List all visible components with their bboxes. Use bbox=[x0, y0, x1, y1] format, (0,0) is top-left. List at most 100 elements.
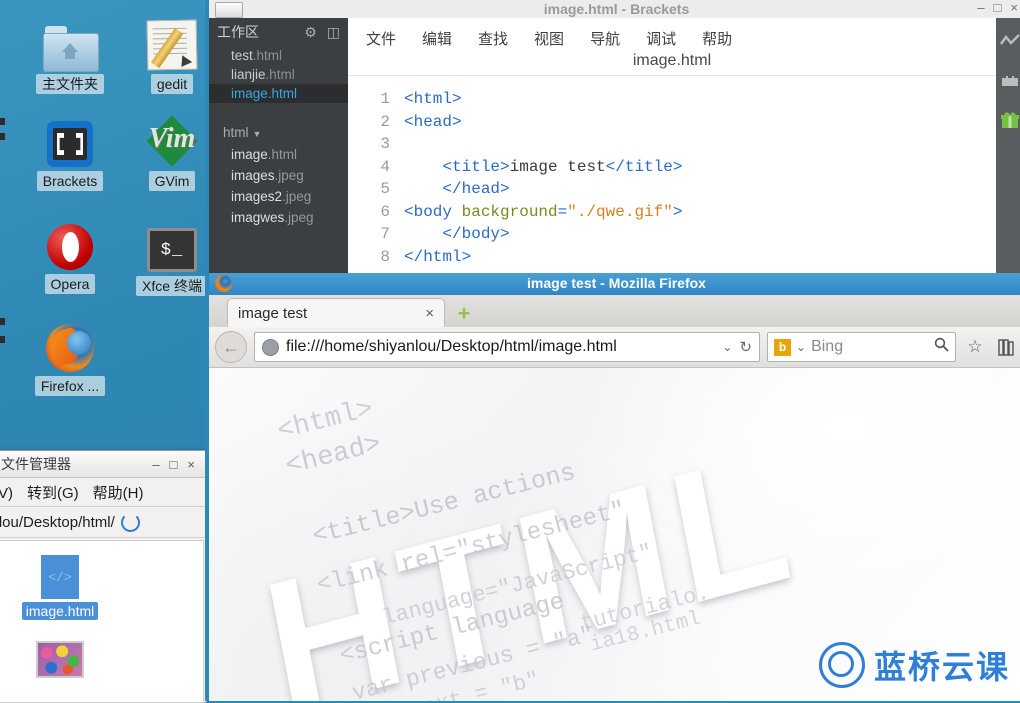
maximize-button[interactable]: □ bbox=[994, 0, 1002, 15]
file-manager-menubar[interactable]: 视图(V) 转到(G) 帮助(H) bbox=[0, 478, 206, 507]
code-line-content: </head> bbox=[442, 180, 510, 198]
menu-item-debug[interactable]: 调试 bbox=[646, 28, 676, 49]
minimize-button[interactable]: – bbox=[147, 457, 164, 472]
url-text[interactable]: file:///home/shiyanlou/Desktop/html/imag… bbox=[286, 338, 715, 356]
line-number: 2 bbox=[380, 112, 390, 131]
firefox-tabbar[interactable]: image test × + bbox=[209, 295, 1020, 327]
maximize-button[interactable]: □ bbox=[165, 457, 183, 472]
menu-item-find[interactable]: 查找 bbox=[478, 28, 508, 49]
file-ext: .html bbox=[252, 48, 283, 63]
reload-icon[interactable]: ↻ bbox=[739, 338, 752, 356]
code-line[interactable]: 8 </html> bbox=[348, 246, 996, 269]
code-line-content: </body> bbox=[442, 225, 510, 243]
close-button[interactable]: × bbox=[182, 457, 200, 472]
file-manager-window[interactable]: 文件管理器 – □ × 视图(V) 转到(G) 帮助(H) /anlou/Des… bbox=[0, 450, 207, 703]
code-line[interactable]: 7 </body> bbox=[348, 223, 996, 246]
firefox-titlebar[interactable]: image test - Mozilla Firefox bbox=[209, 273, 1020, 295]
clipped-window-edge-mark bbox=[0, 118, 5, 125]
tab-image-test[interactable]: image test × bbox=[227, 298, 445, 327]
firefox-navigation-toolbar[interactable]: ← file:///home/shiyanlou/Desktop/html/im… bbox=[209, 327, 1020, 368]
working-file-image[interactable]: image.html bbox=[209, 84, 348, 103]
file-manager-pathbar[interactable]: /anlou/Desktop/html/ bbox=[0, 507, 206, 538]
menu-item-view[interactable]: 视图(V) bbox=[0, 482, 13, 503]
chevron-down-icon[interactable]: ⌄ bbox=[722, 340, 732, 354]
file-manager-file-list[interactable]: </> image.html bbox=[0, 540, 204, 703]
file-ext: .html bbox=[267, 147, 298, 162]
brackets-menubar[interactable]: 文件 编辑 查找 视图 导航 调试 帮助 bbox=[348, 18, 996, 50]
chevron-down-icon[interactable]: ⌄ bbox=[796, 340, 806, 354]
new-tab-button[interactable]: + bbox=[451, 301, 477, 327]
extension-manager-icon[interactable] bbox=[1000, 73, 1020, 92]
brackets-icon bbox=[24, 115, 116, 167]
menu-item-help[interactable]: 帮助 bbox=[702, 28, 732, 49]
brackets-window[interactable]: image.html - Brackets – □ × 工作区 ⚙ ◫ test… bbox=[205, 0, 1020, 278]
clipped-window-edge-mark bbox=[0, 133, 5, 140]
file-ext: .jpeg bbox=[282, 189, 312, 204]
list-item[interactable]: </> image.html bbox=[14, 555, 106, 621]
close-icon[interactable]: × bbox=[425, 305, 434, 322]
reload-icon[interactable] bbox=[120, 512, 140, 532]
project-file-images2-jpeg[interactable]: images2.jpeg bbox=[209, 186, 348, 207]
code-line[interactable]: 4 <title>image test</title> bbox=[348, 156, 996, 179]
magnifier-icon[interactable] bbox=[934, 337, 949, 357]
project-name[interactable]: html ▼ bbox=[209, 121, 348, 144]
gift-icon[interactable] bbox=[1001, 112, 1019, 134]
code-line[interactable]: 5 </head> bbox=[348, 178, 996, 201]
page-content[interactable]: HTML <html> <head> <title>Use actions <link… bbox=[209, 368, 1020, 701]
search-input[interactable]: Bing bbox=[811, 338, 929, 356]
menu-item-navigate[interactable]: 导航 bbox=[590, 28, 620, 49]
editor-file-tab[interactable]: image.html bbox=[348, 50, 996, 75]
tab-label: image test bbox=[238, 304, 308, 322]
file-base: lianjie bbox=[231, 67, 266, 82]
working-file-lianjie[interactable]: lianjie.html bbox=[209, 65, 348, 84]
menu-item-help[interactable]: 帮助(H) bbox=[93, 482, 144, 503]
home-folder-icon bbox=[24, 18, 116, 72]
menu-item-file[interactable]: 文件 bbox=[366, 28, 396, 49]
back-button[interactable]: ← bbox=[215, 331, 247, 363]
file-manager-titlebar[interactable]: 文件管理器 – □ × bbox=[0, 451, 206, 478]
code-line[interactable]: 3 bbox=[348, 133, 996, 156]
address-bar[interactable]: file:///home/shiyanlou/Desktop/html/imag… bbox=[254, 332, 760, 362]
menu-item-edit[interactable]: 编辑 bbox=[422, 28, 452, 49]
file-ext: .html bbox=[267, 86, 298, 101]
menu-item-go[interactable]: 转到(G) bbox=[27, 482, 79, 503]
sidebar-divider bbox=[209, 103, 348, 121]
brackets-titlebar[interactable]: image.html - Brackets – □ × bbox=[209, 0, 1020, 18]
project-file-image-html[interactable]: image.html bbox=[209, 144, 348, 165]
live-preview-icon[interactable] bbox=[1000, 34, 1020, 53]
brackets-right-toolbar[interactable] bbox=[996, 18, 1020, 278]
watermark-logo-icon bbox=[818, 642, 865, 688]
firefox-window[interactable]: image test - Mozilla Firefox image test … bbox=[205, 273, 1020, 701]
menu-item-view[interactable]: 视图 bbox=[534, 28, 564, 49]
list-item[interactable] bbox=[14, 641, 106, 678]
gear-icon[interactable]: ⚙ bbox=[304, 24, 317, 41]
code-editor[interactable]: 1 <html> 2 <head> 3 4 <title>image test</titl… bbox=[348, 75, 996, 268]
split-view-icon[interactable]: ◫ bbox=[327, 24, 340, 41]
working-file-test[interactable]: test.html bbox=[209, 46, 348, 65]
code-line[interactable]: 2 <head> bbox=[348, 111, 996, 134]
library-icon[interactable] bbox=[994, 335, 1018, 359]
desktop-icon-home-folder[interactable]: 主文件夹 bbox=[24, 18, 116, 94]
minimize-button[interactable]: – bbox=[977, 0, 984, 15]
bookmark-icon[interactable]: ☆ bbox=[963, 335, 987, 359]
desktop-icon-firefox[interactable]: Firefox ... bbox=[24, 320, 116, 396]
line-number: 6 bbox=[380, 202, 390, 221]
code-line[interactable]: 1 <html> bbox=[348, 88, 996, 111]
brackets-editor-pane[interactable]: 文件 编辑 查找 视图 导航 调试 帮助 image.html 1 <html> 2… bbox=[348, 18, 996, 278]
project-file-imagwes-jpeg[interactable]: imagwes.jpeg bbox=[209, 207, 348, 228]
code-line-content: <head> bbox=[404, 112, 462, 131]
desktop-icon-label: Firefox ... bbox=[34, 376, 106, 396]
project-file-images-jpeg[interactable]: images.jpeg bbox=[209, 165, 348, 186]
page-background-image: HTML <html> <head> <title>Use actions <link… bbox=[209, 368, 1020, 701]
code-line-content: <title>image test</title> bbox=[442, 157, 683, 176]
search-bar[interactable]: b ⌄ Bing bbox=[767, 332, 956, 362]
code-line[interactable]: 6 <body background="./qwe.gif"> bbox=[348, 201, 996, 224]
desktop-icon-label: Xfce 终端 bbox=[136, 276, 208, 296]
file-base: images2 bbox=[231, 189, 283, 204]
desktop-icon-opera[interactable]: Opera bbox=[24, 218, 116, 294]
desktop-icon-brackets[interactable]: Brackets bbox=[24, 115, 116, 191]
close-button[interactable]: × bbox=[1010, 0, 1018, 15]
sidebar-header-label: 工作区 bbox=[217, 24, 259, 40]
line-number: 7 bbox=[380, 225, 390, 243]
brackets-sidebar[interactable]: 工作区 ⚙ ◫ test.html lianjie.html image.htm… bbox=[209, 18, 348, 278]
